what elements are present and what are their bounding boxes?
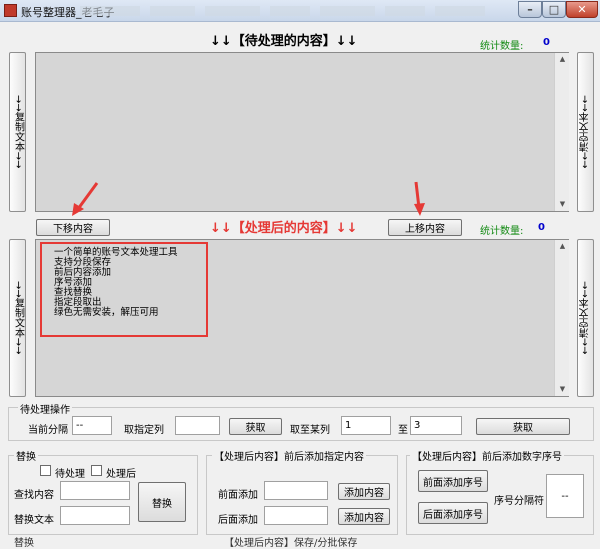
- move-up-button[interactable]: 上移内容: [388, 219, 462, 236]
- replace-group-title: 替换: [14, 448, 38, 463]
- footer-center-label: 【处理后内容】保存/分批保存: [224, 538, 358, 549]
- suffix-label: 后面添加: [218, 515, 258, 526]
- processed-checkbox[interactable]: [91, 465, 102, 476]
- processed-checkbox-label: 处理后: [106, 469, 136, 480]
- title-ghost-2: [150, 6, 195, 16]
- title-ghost-3: [205, 6, 260, 16]
- take-col-label: 取指定列: [124, 425, 164, 436]
- find-input[interactable]: [60, 481, 130, 500]
- clear-text-button-bottom[interactable]: ←←清空文本←←: [577, 239, 594, 397]
- pending-ops-title: 待处理操作: [18, 401, 72, 416]
- prefix-label: 前面添加: [218, 490, 258, 501]
- copy-text-button-bottom[interactable]: →→复制文本→→: [9, 239, 26, 397]
- scroll-up-icon[interactable]: ▲: [555, 53, 570, 66]
- clear-text-label-top: ←←清空文本←←: [579, 95, 591, 169]
- minimize-button[interactable]: –: [518, 1, 542, 18]
- processed-count-value: 0: [538, 222, 545, 233]
- app-icon: [4, 4, 17, 17]
- pending-scrollbar[interactable]: ▲ ▼: [554, 53, 569, 211]
- replace-label: 替换文本: [14, 515, 54, 526]
- title-ghost-5: [320, 6, 375, 16]
- copy-text-button-top[interactable]: →→复制文本→→: [9, 52, 26, 212]
- separator-input[interactable]: --: [72, 416, 112, 435]
- add-prefix-button[interactable]: 添加内容: [338, 483, 390, 500]
- add-seq-prefix-button[interactable]: 前面添加序号: [418, 470, 488, 492]
- pending-heading: ↓↓【待处理的内容】↓↓: [210, 34, 358, 49]
- add-suffix-button[interactable]: 添加内容: [338, 508, 390, 525]
- scroll-up-icon[interactable]: ▲: [555, 240, 570, 253]
- title-ghost-1: [80, 6, 140, 16]
- range-to-label: 至: [398, 425, 408, 436]
- scroll-down-icon[interactable]: ▼: [555, 198, 570, 211]
- processed-count-label: 统计数量:: [480, 226, 524, 237]
- add-seq-title: 【处理后内容】前后添加数字序号: [410, 448, 564, 463]
- title-ghost-7: [435, 6, 485, 16]
- seq-sep-input[interactable]: --: [546, 474, 584, 518]
- separator-label: 当前分隔: [28, 425, 68, 436]
- take-col-input[interactable]: [175, 416, 220, 435]
- scroll-down-icon[interactable]: ▼: [555, 383, 570, 396]
- suffix-input[interactable]: [264, 506, 328, 525]
- title-ghost-4: [270, 6, 310, 16]
- close-button[interactable]: ✕: [566, 1, 598, 18]
- processed-heading: ↓↓【处理后的内容】↓↓: [210, 221, 358, 236]
- pending-checkbox-label: 待处理: [55, 469, 85, 480]
- prefix-input[interactable]: [264, 481, 328, 500]
- clear-text-button-top[interactable]: ←←清空文本←←: [577, 52, 594, 212]
- result-lines: 一个简单的账号文本处理工具 支持分段保存 前后内容添加 序号添加 查找替换 指定…: [54, 248, 178, 318]
- footer-left-label: 替换: [14, 538, 34, 549]
- copy-text-label-bottom: →→复制文本→→: [12, 281, 24, 355]
- pending-textarea[interactable]: [35, 52, 569, 212]
- pending-count-value: 0: [543, 37, 550, 48]
- pending-checkbox[interactable]: [40, 465, 51, 476]
- seq-sep-label: 序号分隔符: [494, 496, 544, 507]
- get-col-button[interactable]: 获取: [229, 418, 282, 435]
- title-ghost-6: [385, 6, 425, 16]
- pending-count-label: 统计数量:: [480, 41, 524, 52]
- range-to-input[interactable]: 3: [410, 416, 462, 435]
- take-range-label: 取至某列: [290, 425, 330, 436]
- clear-text-label-bottom: ←←清空文本←←: [579, 281, 591, 355]
- find-label: 查找内容: [14, 490, 54, 501]
- move-down-button[interactable]: 下移内容: [36, 219, 110, 236]
- add-seq-suffix-button[interactable]: 后面添加序号: [418, 502, 488, 524]
- replace-input[interactable]: [60, 506, 130, 525]
- range-from-input[interactable]: 1: [341, 416, 391, 435]
- replace-button[interactable]: 替换: [138, 482, 186, 522]
- processed-scrollbar[interactable]: ▲ ▼: [554, 240, 569, 396]
- add-content-title: 【处理后内容】前后添加指定内容: [212, 448, 366, 463]
- maximize-button[interactable]: □: [542, 1, 566, 18]
- get-range-button[interactable]: 获取: [476, 418, 570, 435]
- copy-text-label-top: →→复制文本→→: [12, 95, 24, 169]
- result-line: 绿色无需安装，解压可用: [54, 307, 159, 318]
